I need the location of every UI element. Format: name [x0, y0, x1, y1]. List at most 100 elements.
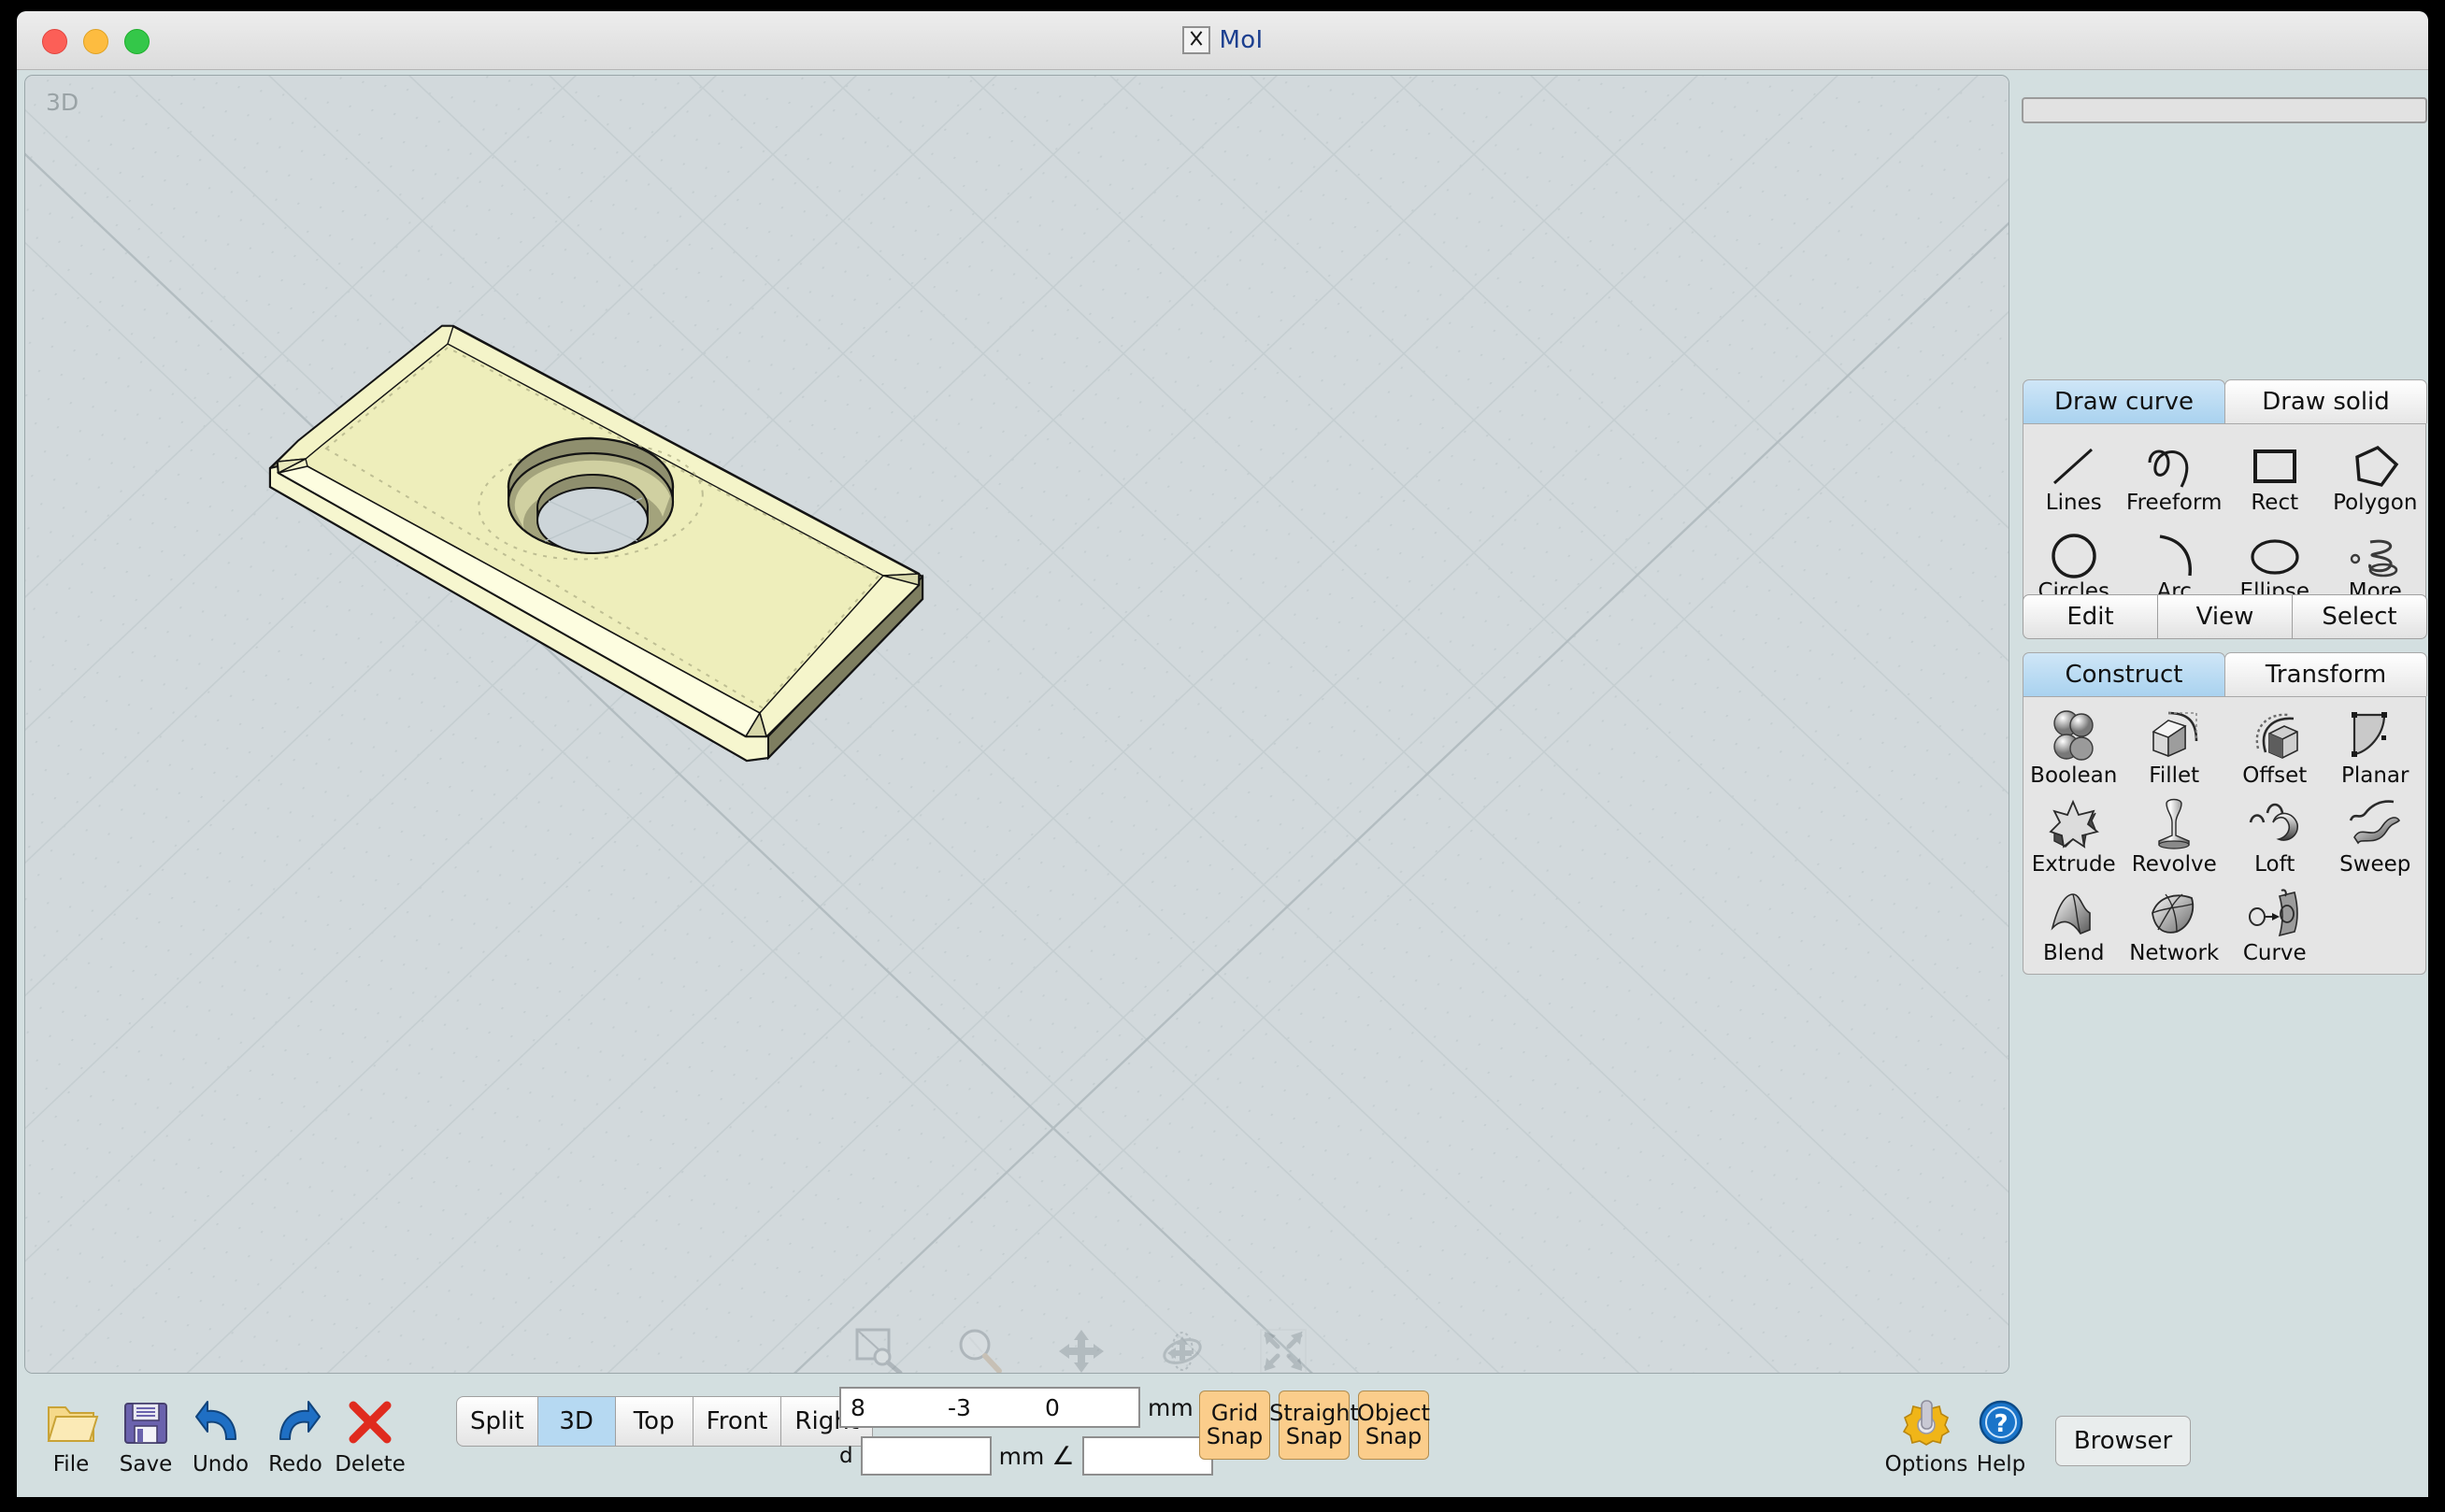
network-surface-icon [2124, 883, 2225, 941]
tool-extrude-label: Extrude [2031, 852, 2116, 877]
tool-loft[interactable]: Loft [2224, 794, 2325, 876]
perspective-grid [25, 76, 2009, 1373]
tab-draw-curve-label: Draw curve [2053, 388, 2195, 416]
straight-snap-line1: Straight [1269, 1399, 1359, 1426]
browser-button-label: Browser [2073, 1427, 2173, 1455]
pentagon-icon [2325, 433, 2426, 491]
edit-button[interactable]: Edit [2023, 594, 2158, 639]
tool-boolean[interactable]: Boolean [2023, 706, 2124, 787]
angle-input[interactable] [1081, 1436, 1213, 1476]
view-button-label: View [2195, 603, 2254, 631]
construct-group: Construct Transform Boolean Fillet Offse… [2023, 652, 2427, 975]
tool-planar-label: Planar [2341, 763, 2409, 788]
grid-snap-button[interactable]: Grid Snap [1199, 1391, 1270, 1460]
tool-polygon[interactable]: Polygon [2325, 433, 2426, 514]
tool-offset[interactable]: Offset [2224, 706, 2325, 787]
area-zoom-icon [851, 1324, 908, 1373]
draw-tab-strip: Draw curve Draw solid [2023, 379, 2427, 423]
window-title-label: MoI [1219, 26, 1264, 54]
tool-revolve[interactable]: Revolve [2124, 794, 2225, 876]
magnifier-icon [952, 1324, 1008, 1373]
xyz-input[interactable]: 8 -3 0 [839, 1387, 1140, 1428]
tool-rect-label: Rect [2251, 491, 2299, 515]
expand-arrows-icon [1255, 1324, 1311, 1373]
tool-network[interactable]: Network [2124, 883, 2225, 964]
nav-reset-button[interactable]: Reset [1255, 1324, 1311, 1373]
viewport-3d[interactable]: 3D Area [24, 75, 2009, 1374]
tab-construct[interactable]: Construct [2023, 652, 2225, 696]
question-mark-icon: ? [1956, 1392, 2046, 1452]
tool-arc[interactable]: Arc [2124, 521, 2225, 603]
delete-button[interactable]: Delete [325, 1392, 415, 1476]
tab-draw-solid[interactable]: Draw solid [2224, 379, 2427, 423]
view-top-button[interactable]: Top [614, 1396, 693, 1447]
moi-main-window: MoI 3D Draw curve Draw solid Lines Freef… [17, 11, 2428, 1497]
help-button-label: Help [1976, 1452, 2026, 1476]
command-options-bar[interactable] [2022, 97, 2427, 123]
edit-button-label: Edit [2066, 603, 2114, 631]
view-front-button[interactable]: Front [692, 1396, 782, 1447]
tab-transform[interactable]: Transform [2224, 652, 2427, 696]
draw-row-1: Lines Freeform Rect Polygon [2023, 433, 2425, 514]
view-split-button[interactable]: Split [456, 1396, 538, 1447]
distance-input[interactable] [860, 1436, 992, 1476]
tool-loft-label: Loft [2254, 852, 2295, 877]
help-button[interactable]: ? Help [1956, 1392, 2046, 1476]
construct-row-1: Boolean Fillet Offset Planar [2023, 706, 2425, 787]
grid-snap-line1: Grid [1210, 1399, 1259, 1426]
straight-snap-button[interactable]: Straight Snap [1269, 1391, 1359, 1460]
nav-pan-button[interactable]: Pan [1053, 1324, 1109, 1373]
arc-icon [2124, 521, 2225, 579]
tool-ellipse[interactable]: Ellipse [2224, 521, 2325, 603]
construct-tab-strip: Construct Transform [2023, 652, 2427, 696]
x11-icon [1181, 26, 1210, 54]
coordinate-row: 8 -3 0 mm [839, 1387, 1213, 1428]
draw-group: Draw curve Draw solid Lines Freeform Rec… [2023, 379, 2427, 613]
tool-blend[interactable]: Blend [2023, 883, 2124, 964]
construct-row-2: Extrude Revolve Loft Sweep [2023, 794, 2425, 876]
tool-fillet[interactable]: Fillet [2124, 706, 2225, 787]
nav-zoom-button[interactable]: Zoom [952, 1324, 1008, 1373]
tool-curve[interactable]: Curve [2224, 883, 2325, 964]
nav-area-button[interactable]: Area [851, 1324, 908, 1373]
line-icon [2023, 433, 2124, 491]
tool-blend-label: Blend [2043, 941, 2105, 965]
tool-fillet-label: Fillet [2149, 763, 2200, 788]
blend-icon [2023, 883, 2124, 941]
tool-extrude[interactable]: Extrude [2023, 794, 2124, 876]
view-3d-button[interactable]: 3D [536, 1396, 616, 1447]
planar-surface-icon [2325, 706, 2426, 763]
tool-rect[interactable]: Rect [2224, 433, 2325, 514]
window-title: MoI [17, 11, 2428, 69]
title-bar: MoI [17, 11, 2428, 70]
object-snap-button[interactable]: Object Snap [1357, 1391, 1430, 1460]
select-button-label: Select [2322, 603, 2397, 631]
rectangle-icon [2224, 433, 2325, 491]
select-button[interactable]: Select [2292, 594, 2427, 639]
browser-button[interactable]: Browser [2055, 1416, 2191, 1466]
nav-rotate-button[interactable]: Rotate [1154, 1324, 1210, 1373]
view-3d-label: 3D [559, 1407, 593, 1435]
snap-buttons: Grid Snap Straight Snap Object Snap [1199, 1391, 1430, 1460]
side-panel: Draw curve Draw solid Lines Freeform Rec… [2019, 75, 2428, 1372]
tool-circles[interactable]: Circles [2023, 521, 2124, 603]
construct-panel: Boolean Fillet Offset Planar Extrude Rev… [2023, 696, 2426, 975]
ellipse-icon [2224, 521, 2325, 579]
tool-network-label: Network [2129, 941, 2220, 965]
tool-freeform[interactable]: Freeform [2124, 433, 2225, 514]
view-button[interactable]: View [2157, 594, 2293, 639]
tool-more[interactable]: More [2325, 521, 2426, 603]
y-value: -3 [948, 1393, 971, 1421]
tab-draw-curve[interactable]: Draw curve [2023, 379, 2225, 423]
coordinate-entry: 8 -3 0 mm d mm ∠ [839, 1387, 1213, 1476]
sweep-icon [2325, 794, 2426, 852]
tool-revolve-label: Revolve [2131, 852, 2217, 877]
tool-boolean-label: Boolean [2030, 763, 2118, 788]
construct-empty-cell [2325, 883, 2426, 964]
tool-sweep[interactable]: Sweep [2325, 794, 2426, 876]
tool-lines[interactable]: Lines [2023, 433, 2124, 514]
view-front-label: Front [706, 1407, 768, 1435]
tool-lines-label: Lines [2045, 491, 2102, 515]
tool-planar[interactable]: Planar [2325, 706, 2426, 787]
tool-sweep-label: Sweep [2339, 852, 2411, 877]
